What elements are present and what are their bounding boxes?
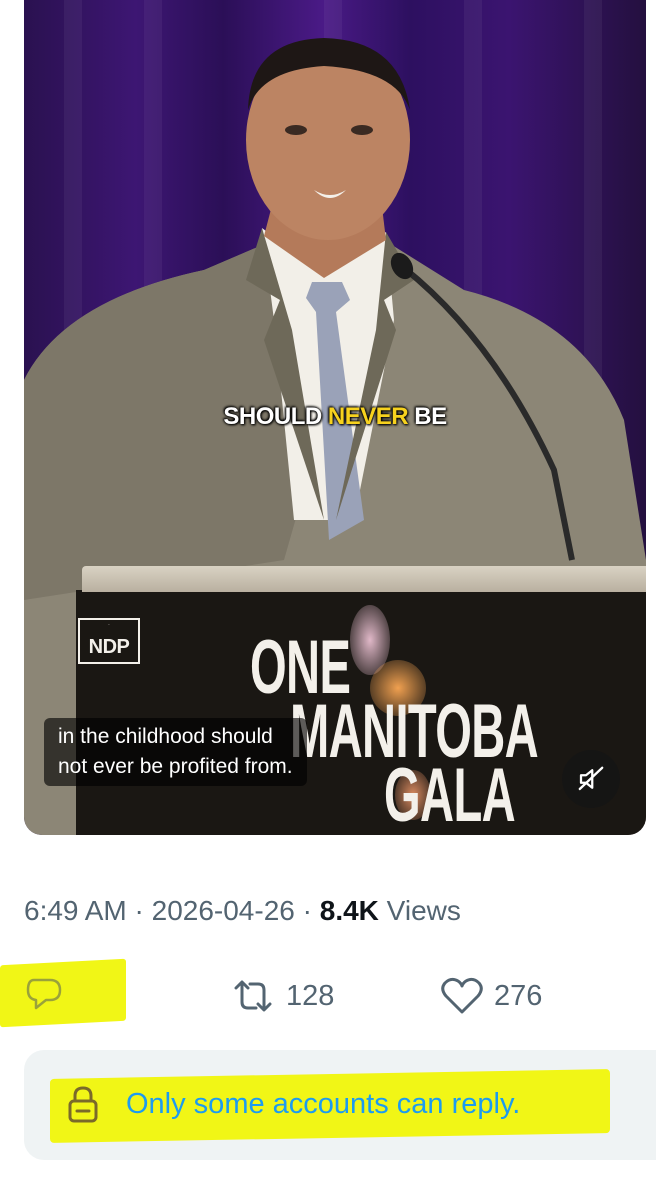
logo-small-text: · [108, 622, 110, 628]
retweet-count: 128 [286, 979, 335, 1012]
retweet-icon [234, 980, 272, 1012]
reply-button[interactable] [24, 976, 74, 1012]
video-caption-overlay: SHOULD NEVER BE [24, 403, 646, 431]
logo-text: NDP [88, 636, 130, 658]
retweet-button[interactable]: 128 [230, 976, 334, 1016]
like-count: 276 [494, 979, 543, 1012]
podium-top [82, 566, 646, 592]
caption-text: SHOULD [223, 403, 328, 430]
reply-bubble-icon [26, 978, 62, 1010]
reply-restriction-text: Only some accounts can reply. [126, 1087, 521, 1120]
post-time[interactable]: 6:49 AM [24, 895, 127, 926]
post-date[interactable]: 2026-04-26 [152, 895, 295, 926]
gala-title-line: GALA [384, 753, 516, 835]
lock-icon [68, 1086, 98, 1123]
caption-emphasis: NEVER [327, 403, 409, 430]
reply-restriction-row: Only some accounts can reply. [66, 1084, 520, 1124]
meta-separator: · [294, 895, 320, 926]
video-subtitle: in the childhood should not ever be prof… [44, 718, 307, 786]
caption-text: BE [408, 403, 447, 430]
heart-icon [441, 977, 483, 1014]
video-player[interactable]: SHOULD NEVER BE · NDP ONE MANITOBA GALA … [24, 0, 646, 835]
speaker-muted-icon [578, 766, 604, 791]
ndp-logo: · NDP [78, 618, 140, 664]
views-label: Views [378, 895, 461, 926]
mute-toggle-button[interactable] [562, 750, 620, 808]
meta-separator: · [126, 895, 152, 926]
views-count: 8.4K [319, 895, 379, 926]
post-meta: 6:49 AM · 2026-04-26 · 8.4K Views [24, 895, 461, 927]
like-button[interactable]: 276 [440, 976, 542, 1016]
